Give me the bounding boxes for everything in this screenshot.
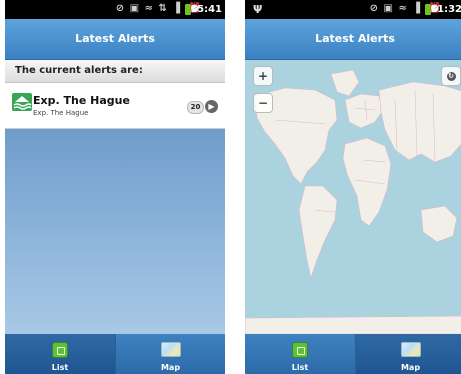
tab-label: List xyxy=(291,363,309,372)
wave-alert-icon xyxy=(12,93,32,111)
tab-map[interactable]: Map xyxy=(115,334,225,374)
status-bar: Ψ ⊘ ▣ ≈ ▐ ⏰ 11:32 xyxy=(245,0,461,19)
usb-icon: Ψ xyxy=(253,3,263,16)
status-bar: ⊘ ▣ ≈ ⇅ ▐ ⏰ 15:41 xyxy=(5,0,225,19)
map-icon xyxy=(401,342,421,357)
status-icons: ⊘ ▣ ≈ ▐ xyxy=(369,3,421,14)
status-clock: 11:32 xyxy=(430,4,461,15)
page-title: Latest Alerts xyxy=(5,19,225,60)
list-item[interactable]: Exp. The Hague Exp. The Hague 20 ▶ xyxy=(5,83,225,129)
tab-list[interactable]: List xyxy=(245,334,355,374)
map-landmass xyxy=(298,185,338,280)
tab-label: List xyxy=(51,363,69,372)
list-icon xyxy=(292,342,308,358)
alerts-list-content: The current alerts are: Exp. The Hague E… xyxy=(5,60,225,334)
tab-bar: List Map xyxy=(5,334,225,374)
list-divider-label: The current alerts are: xyxy=(15,65,143,76)
refresh-button[interactable]: ↻ xyxy=(441,66,461,86)
map-landmass xyxy=(330,69,360,97)
tab-map[interactable]: Map xyxy=(355,334,461,374)
refresh-icon: ↻ xyxy=(446,72,456,81)
list-screen: ⊘ ▣ ≈ ⇅ ▐ ⏰ 15:41 Latest Alerts The curr… xyxy=(5,0,225,374)
map-icon xyxy=(161,342,181,357)
tab-list[interactable]: List xyxy=(5,334,115,374)
zoom-out-button[interactable]: − xyxy=(253,93,273,113)
chevron-right-icon[interactable]: ▶ xyxy=(205,100,218,113)
map-landmass xyxy=(344,93,384,129)
list-icon xyxy=(52,342,68,358)
world-map[interactable]: + − ↻ xyxy=(245,60,461,334)
map-landmass xyxy=(245,315,461,334)
status-icons: ⊘ ▣ ≈ ⇅ ▐ xyxy=(115,3,181,14)
page-title: Latest Alerts xyxy=(245,19,461,60)
list-divider: The current alerts are: xyxy=(5,60,225,83)
map-landmass xyxy=(378,81,461,163)
map-landmass xyxy=(420,205,458,243)
map-landmass xyxy=(342,137,392,227)
status-clock: 15:41 xyxy=(190,4,222,15)
tab-label: Map xyxy=(160,363,181,372)
alert-subtitle: Exp. The Hague xyxy=(33,109,89,117)
zoom-in-button[interactable]: + xyxy=(253,66,273,86)
world-map-graphic xyxy=(245,69,461,334)
map-screen: Ψ ⊘ ▣ ≈ ▐ ⏰ 11:32 Latest Alerts + − ↻ Li… xyxy=(245,0,461,374)
tab-bar: List Map xyxy=(245,334,461,374)
alert-title: Exp. The Hague xyxy=(33,94,130,107)
tab-label: Map xyxy=(400,363,421,372)
count-badge: 20 xyxy=(187,101,204,114)
